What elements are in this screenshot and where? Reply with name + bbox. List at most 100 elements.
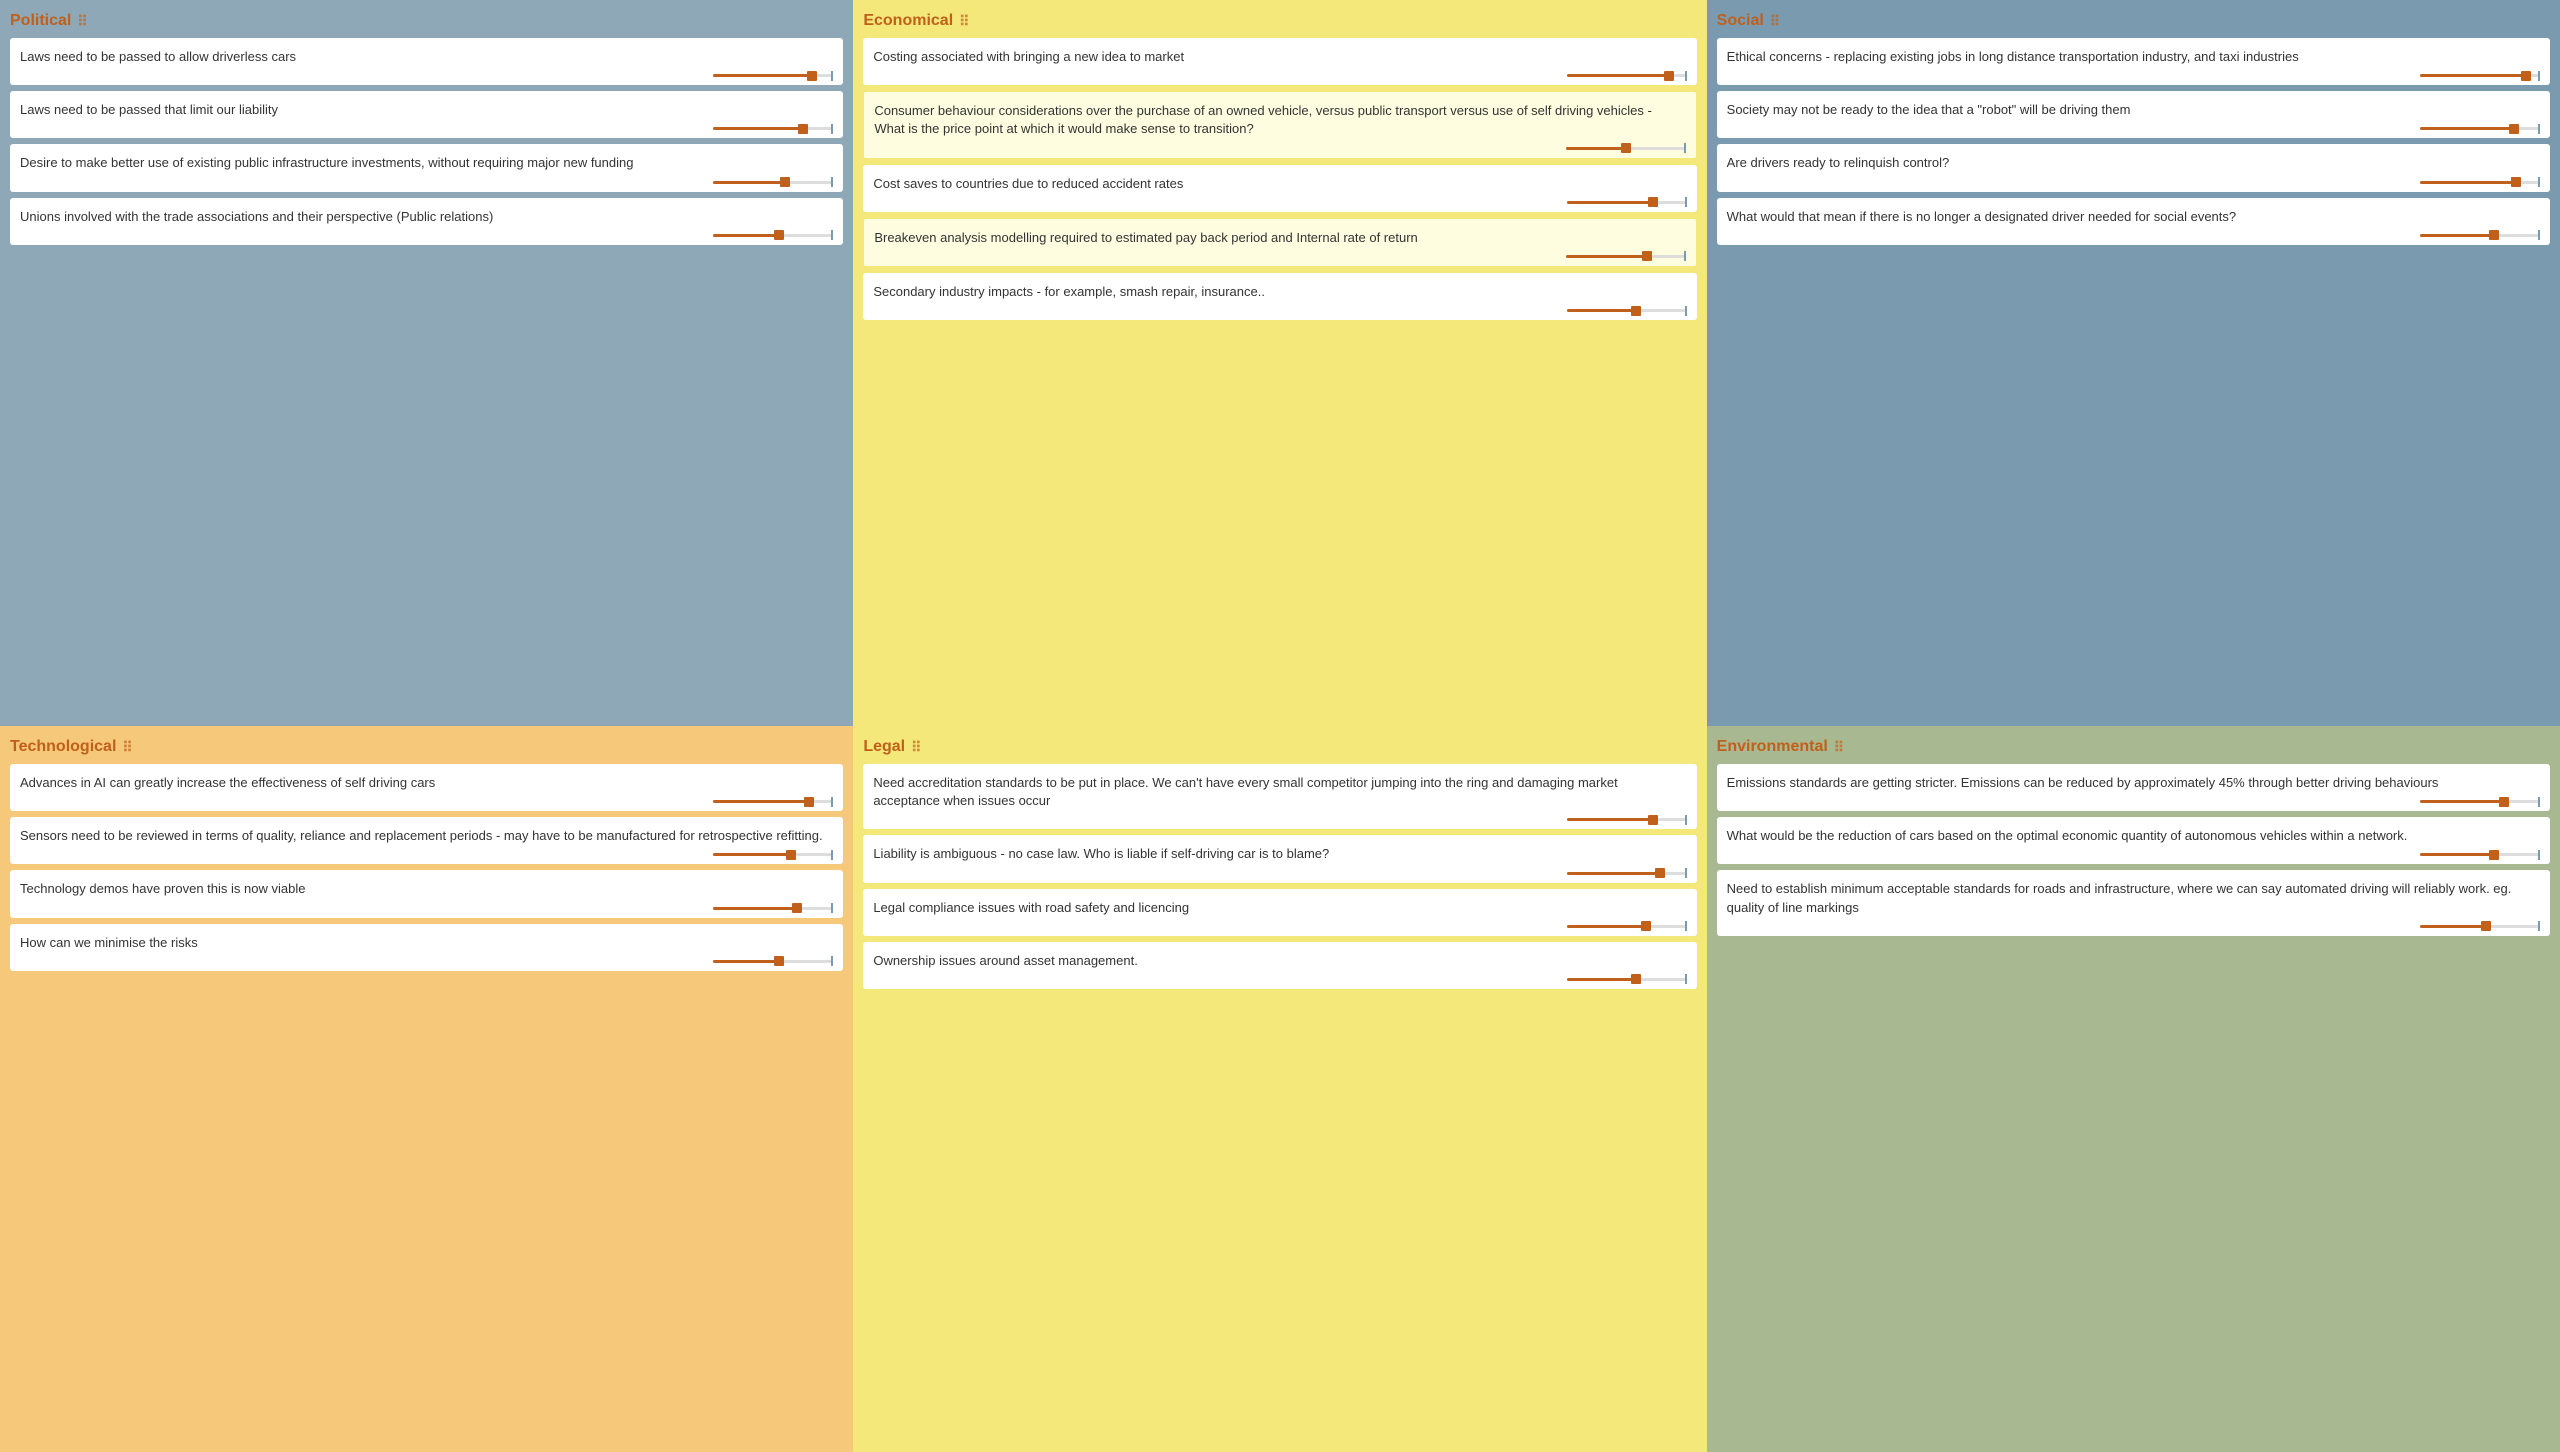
slider-track[interactable] <box>2420 925 2540 928</box>
drag-icon[interactable]: ⠿ <box>911 739 921 756</box>
card-slider[interactable] <box>20 181 833 186</box>
slider-track[interactable] <box>1567 309 1687 312</box>
card-slider[interactable] <box>1727 127 2540 132</box>
card-slider[interactable] <box>874 255 1685 260</box>
slider-thumb[interactable] <box>2511 177 2521 187</box>
card-economical-2[interactable]: Cost saves to countries due to reduced a… <box>863 165 1696 212</box>
card-political-2[interactable]: Desire to make better use of existing pu… <box>10 144 843 191</box>
slider-thumb[interactable] <box>1664 71 1674 81</box>
card-legal-2[interactable]: Legal compliance issues with road safety… <box>863 889 1696 936</box>
card-slider[interactable] <box>873 978 1686 983</box>
slider-thumb[interactable] <box>2521 71 2531 81</box>
card-environmental-0[interactable]: Emissions standards are getting stricter… <box>1717 764 2550 811</box>
card-slider[interactable] <box>873 872 1686 877</box>
card-slider[interactable] <box>873 74 1686 79</box>
slider-thumb[interactable] <box>1641 921 1651 931</box>
card-slider[interactable] <box>20 853 833 858</box>
slider-track[interactable] <box>2420 181 2540 184</box>
card-environmental-2[interactable]: Need to establish minimum acceptable sta… <box>1717 870 2550 935</box>
slider-track[interactable] <box>2420 74 2540 77</box>
slider-track[interactable] <box>713 181 833 184</box>
card-economical-0[interactable]: Costing associated with bringing a new i… <box>863 38 1696 85</box>
card-technological-2[interactable]: Technology demos have proven this is now… <box>10 870 843 917</box>
slider-thumb[interactable] <box>780 177 790 187</box>
card-slider[interactable] <box>873 818 1686 823</box>
slider-thumb[interactable] <box>2509 124 2519 134</box>
slider-thumb[interactable] <box>2489 850 2499 860</box>
slider-thumb[interactable] <box>1648 197 1658 207</box>
slider-track[interactable] <box>2420 853 2540 856</box>
slider-track[interactable] <box>713 960 833 963</box>
card-technological-1[interactable]: Sensors need to be reviewed in terms of … <box>10 817 843 864</box>
drag-icon[interactable]: ⠿ <box>959 13 969 30</box>
card-technological-0[interactable]: Advances in AI can greatly increase the … <box>10 764 843 811</box>
card-slider[interactable] <box>20 960 833 965</box>
card-slider[interactable] <box>873 309 1686 314</box>
card-slider[interactable] <box>1727 925 2540 930</box>
slider-track[interactable] <box>713 234 833 237</box>
card-social-2[interactable]: Are drivers ready to relinquish control? <box>1717 144 2550 191</box>
card-technological-3[interactable]: How can we minimise the risks <box>10 924 843 971</box>
card-legal-1[interactable]: Liability is ambiguous - no case law. Wh… <box>863 835 1696 882</box>
slider-thumb[interactable] <box>2489 230 2499 240</box>
card-legal-3[interactable]: Ownership issues around asset management… <box>863 942 1696 989</box>
drag-icon[interactable]: ⠿ <box>122 739 132 756</box>
card-social-1[interactable]: Society may not be ready to the idea tha… <box>1717 91 2550 138</box>
card-economical-4[interactable]: Secondary industry impacts - for example… <box>863 273 1696 320</box>
slider-thumb[interactable] <box>1631 974 1641 984</box>
slider-track[interactable] <box>1567 201 1687 204</box>
slider-track[interactable] <box>1566 255 1686 258</box>
card-legal-0[interactable]: Need accreditation standards to be put i… <box>863 764 1696 829</box>
drag-icon[interactable]: ⠿ <box>1834 739 1844 756</box>
card-slider[interactable] <box>20 907 833 912</box>
slider-thumb[interactable] <box>1631 306 1641 316</box>
card-environmental-1[interactable]: What would be the reduction of cars base… <box>1717 817 2550 864</box>
slider-thumb[interactable] <box>1655 868 1665 878</box>
slider-thumb[interactable] <box>2499 797 2509 807</box>
slider-thumb[interactable] <box>1648 815 1658 825</box>
slider-thumb[interactable] <box>804 797 814 807</box>
card-slider[interactable] <box>1727 181 2540 186</box>
slider-thumb[interactable] <box>774 230 784 240</box>
card-social-0[interactable]: Ethical concerns - replacing existing jo… <box>1717 38 2550 85</box>
slider-thumb[interactable] <box>1621 143 1631 153</box>
slider-track[interactable] <box>1567 978 1687 981</box>
card-slider[interactable] <box>20 127 833 132</box>
card-political-3[interactable]: Unions involved with the trade associati… <box>10 198 843 245</box>
slider-thumb[interactable] <box>786 850 796 860</box>
slider-track[interactable] <box>713 800 833 803</box>
slider-thumb[interactable] <box>798 124 808 134</box>
card-slider[interactable] <box>873 925 1686 930</box>
card-political-1[interactable]: Laws need to be passed that limit our li… <box>10 91 843 138</box>
card-economical-1[interactable]: Consumer behaviour considerations over t… <box>863 91 1696 158</box>
card-slider[interactable] <box>20 800 833 805</box>
slider-thumb[interactable] <box>2481 921 2491 931</box>
slider-track[interactable] <box>713 127 833 130</box>
slider-track[interactable] <box>1567 818 1687 821</box>
slider-thumb[interactable] <box>774 956 784 966</box>
slider-track[interactable] <box>2420 800 2540 803</box>
card-slider[interactable] <box>1727 853 2540 858</box>
slider-track[interactable] <box>1566 147 1686 150</box>
slider-track[interactable] <box>1567 872 1687 875</box>
card-social-3[interactable]: What would that mean if there is no long… <box>1717 198 2550 245</box>
slider-track[interactable] <box>713 907 833 910</box>
drag-icon[interactable]: ⠿ <box>77 13 87 30</box>
card-slider[interactable] <box>1727 234 2540 239</box>
slider-track[interactable] <box>1567 925 1687 928</box>
slider-thumb[interactable] <box>792 903 802 913</box>
slider-thumb[interactable] <box>807 71 817 81</box>
card-economical-3[interactable]: Breakeven analysis modelling required to… <box>863 218 1696 267</box>
slider-thumb[interactable] <box>1642 251 1652 261</box>
card-slider[interactable] <box>1727 74 2540 79</box>
slider-track[interactable] <box>1567 74 1687 77</box>
card-slider[interactable] <box>874 147 1685 152</box>
slider-track[interactable] <box>713 74 833 77</box>
drag-icon[interactable]: ⠿ <box>1770 13 1780 30</box>
slider-track[interactable] <box>2420 234 2540 237</box>
card-slider[interactable] <box>1727 800 2540 805</box>
card-slider[interactable] <box>873 201 1686 206</box>
card-slider[interactable] <box>20 234 833 239</box>
card-slider[interactable] <box>20 74 833 79</box>
slider-track[interactable] <box>713 853 833 856</box>
